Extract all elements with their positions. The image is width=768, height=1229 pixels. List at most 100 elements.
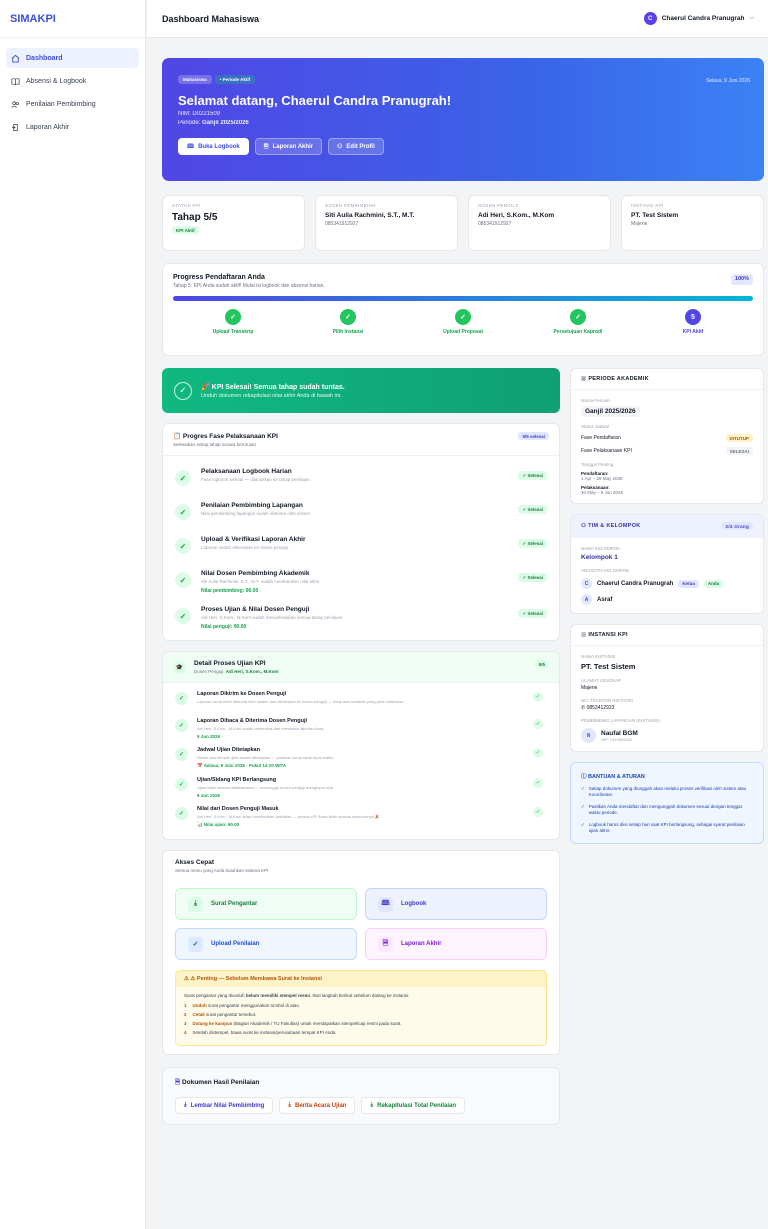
exam-step-desc: Waktu dan tempat ujian sudah ditetapkan …	[197, 755, 334, 760]
exam-step: ✓ Ujian/Sidang KPI Berlangsung Ujian telah…	[175, 777, 547, 806]
cover-letter-button[interactable]: ⤓ Surat Pengantar	[175, 888, 357, 920]
button-label: Rekapitulasi Total Penilaian	[377, 1102, 457, 1109]
home-icon	[11, 54, 20, 63]
step-number: 1	[184, 1003, 187, 1008]
field-label: ANGGOTA KELOMPOK	[581, 568, 630, 573]
exam-step-desc: Ujian telah selesai dilaksanakan — menun…	[197, 785, 334, 790]
notice-step: 2 Cetak surat pengantar tersebut.	[184, 1012, 538, 1017]
exam-step-desc: Laporan Anda telah diterima oleh sistem …	[197, 699, 404, 704]
exam-step-date: 9 Jun 2026	[197, 793, 221, 798]
banner-title: 🎉 KPI Selesai! Semua tahap sudah tuntas.	[201, 383, 345, 391]
status-badge: ✓ Selesai	[518, 505, 547, 514]
status-badge: ✓ Selesai	[518, 573, 547, 582]
page-title: Dashboard Mahasiswa	[162, 13, 260, 24]
edit-profile-button[interactable]: ⚇ Edit Profil	[328, 138, 384, 155]
notice-steps: 1 Unduh surat pengantar menggunakan tombo…	[184, 1003, 538, 1035]
field-label: ALAMAT LENGKAP	[581, 678, 622, 683]
card-title: Detail Proses Ujian KPI	[194, 660, 266, 667]
sidebar-item-laporan[interactable]: Laporan Akhir	[6, 117, 139, 137]
document-icon: 🗎	[175, 1079, 181, 1086]
stat-label: INSTANSI KPI	[631, 203, 664, 208]
stat-card-status: STATUS KPI Tahap 5/5 KPI Aktif	[162, 195, 305, 251]
team-card: ⚇ TIM & KELOMPOK 2/4 Orang NAMA KELOMPOK …	[570, 514, 764, 614]
phase-title: Penilaian Pembimbing Lapangan	[201, 502, 303, 509]
field-label: Status Jadwal	[581, 424, 610, 429]
check-icon: ✓	[175, 608, 191, 624]
chevron-down-icon: ⌵	[749, 15, 754, 21]
user-icon: ⚇	[337, 144, 343, 150]
quick-access-card: Akses Cepat Semua menu yang Anda butuhka…	[162, 850, 560, 1055]
quick-access-grid: ⤓ Surat Pengantar 🕮 Logbook ✓ Upload Penila…	[175, 888, 547, 960]
stat-phone: 085341912927	[325, 221, 359, 227]
notice-emphasis: belum memiliki stempel resmi	[245, 993, 310, 998]
step-emphasis: Cetak	[192, 1012, 205, 1017]
schedule-label: Fase Pelaksanaan KPI	[581, 448, 632, 454]
exam-step: ✓ Jadwal Ujian Ditetapkan Waktu dan tempat…	[175, 747, 547, 777]
help-text: Setiap dokumen yang diunggah akan melalu…	[588, 786, 747, 798]
exam-detail-card: 🎓 Detail Proses Ujian KPI Dosen Penguji:…	[162, 651, 560, 840]
status-badge: SELESAI	[725, 447, 753, 455]
check-icon: ✓	[581, 822, 585, 828]
institution-card: ▥ INSTANSI KPI NAMA INSTANSI PT. Test Si…	[570, 624, 764, 752]
download-exam-minutes-button[interactable]: ⤓ Berita Acara Ujian	[279, 1097, 356, 1114]
download-supervisor-sheet-button[interactable]: ⤓ Lembar Nilai Pembimbing	[175, 1097, 274, 1114]
download-total-recap-button[interactable]: ⤓ Rekapitulasi Total Penilaian	[361, 1097, 466, 1114]
check-icon: ✓	[533, 748, 543, 758]
check-icon: ✓	[175, 504, 191, 520]
card-title: TIM & KELOMPOK	[588, 523, 641, 529]
stat-card-instansi: INSTANSI KPI PT. Test Sistem Majene	[621, 195, 764, 251]
progress-bar	[173, 296, 753, 301]
field-label: Nama Periode	[581, 398, 610, 403]
exam-score: 📊 Nilai ujian: 90.00	[197, 822, 240, 827]
phase-item: ✓ Nilai Dosen Pembimbing Akademik Siti Aul…	[163, 564, 559, 600]
team-count-badge: 2/4 Orang	[721, 522, 753, 530]
sidebar-item-label: Dashboard	[26, 54, 63, 62]
sidebar: SIMAKPI Dashboard Absensi & Logbook Peni…	[0, 0, 146, 1229]
user-menu[interactable]: C Chaerul Candra Pranugrah ⌵	[643, 12, 754, 25]
button-label: Laporan Akhir	[272, 143, 314, 150]
final-report-quick-button[interactable]: 🗎 Laporan Akhir	[365, 928, 547, 960]
top-header: Dashboard Mahasiswa C Chaerul Candra Pra…	[147, 0, 768, 38]
sidebar-item-dashboard[interactable]: Dashboard	[6, 48, 139, 68]
sidebar-item-penilaian[interactable]: Penilaian Pembimbing	[6, 94, 139, 114]
schedule-row: Fase Pelaksanaan KPI SELESAI	[581, 447, 753, 455]
step-number: 4	[184, 1030, 187, 1035]
phone-icon: ✆	[581, 705, 586, 711]
step-emphasis: Unduh	[192, 1003, 207, 1008]
registration-progress: Progress Pendaftaran Anda Tahap 5: KPI A…	[162, 263, 764, 356]
open-logbook-button[interactable]: 🕮 Buka Logbook	[178, 138, 249, 155]
examiner-name: Adi Heri, S.Kom., M.Kom	[225, 669, 279, 674]
check-icon: ✓	[581, 786, 585, 791]
logbook-button[interactable]: 🕮 Logbook	[365, 888, 547, 920]
stat-label: DOSEN PENGUJI	[478, 203, 519, 208]
card-subtitle: Selesaikan setiap tahap secara berurutan	[173, 442, 257, 447]
field-mentor: N Naufal BGM NIP: 1344565432	[581, 728, 753, 743]
final-report-button[interactable]: 🗎 Laporan Akhir	[254, 138, 323, 155]
field-label: PEMBIMBING LAPANGAN (INSTANSI)	[581, 718, 660, 723]
period-name: Ganjil 2025/2026	[581, 406, 640, 417]
stat-phone: 085341912927	[478, 221, 512, 227]
users-icon	[11, 100, 19, 108]
download-icon: ⤓	[188, 896, 203, 912]
button-label: Lembar Nilai Pembimbing	[190, 1102, 265, 1109]
sidebar-item-absensi[interactable]: Absensi & Logbook	[6, 71, 139, 91]
exam-step-title: Ujian/Sidang KPI Berlangsung	[197, 777, 277, 783]
avatar: N	[581, 728, 596, 743]
card-title: PERIODE AKADEMIK	[588, 376, 649, 382]
avatar: A	[581, 594, 592, 605]
group-name: Kelompok 1	[581, 554, 618, 561]
exam-step-title: Jadwal Ujian Ditetapkan	[197, 747, 260, 753]
progress-steps: ✓ Upload Transkrip ✓ Pilih Instansi ✓ Uploa…	[173, 309, 753, 335]
institution-phone: 0853412923	[586, 705, 615, 711]
help-item: ✓ Pastikan Anda mendaftar dan mengunggah …	[581, 804, 753, 816]
help-text: Pastikan Anda mendaftar dan mengunggah d…	[588, 804, 742, 816]
upload-assessment-button[interactable]: ✓ Upload Penilaian	[175, 928, 357, 960]
check-icon: ✓	[175, 778, 188, 791]
app-logo[interactable]: SIMAKPI	[0, 0, 145, 38]
phase-progress-card: 📋 Progres Fase Pelaksanaan KPI Selesaika…	[162, 423, 560, 641]
stat-value: Siti Aulia Rachmini, S.T., M.T.	[325, 212, 415, 219]
team-member: A Asraf	[581, 594, 753, 605]
stat-label: STATUS KPI	[172, 203, 201, 208]
phase-desc: Siti Aulia Rachmini, S.T., M.T. sudah me…	[201, 579, 320, 584]
avatar: C	[643, 12, 657, 25]
